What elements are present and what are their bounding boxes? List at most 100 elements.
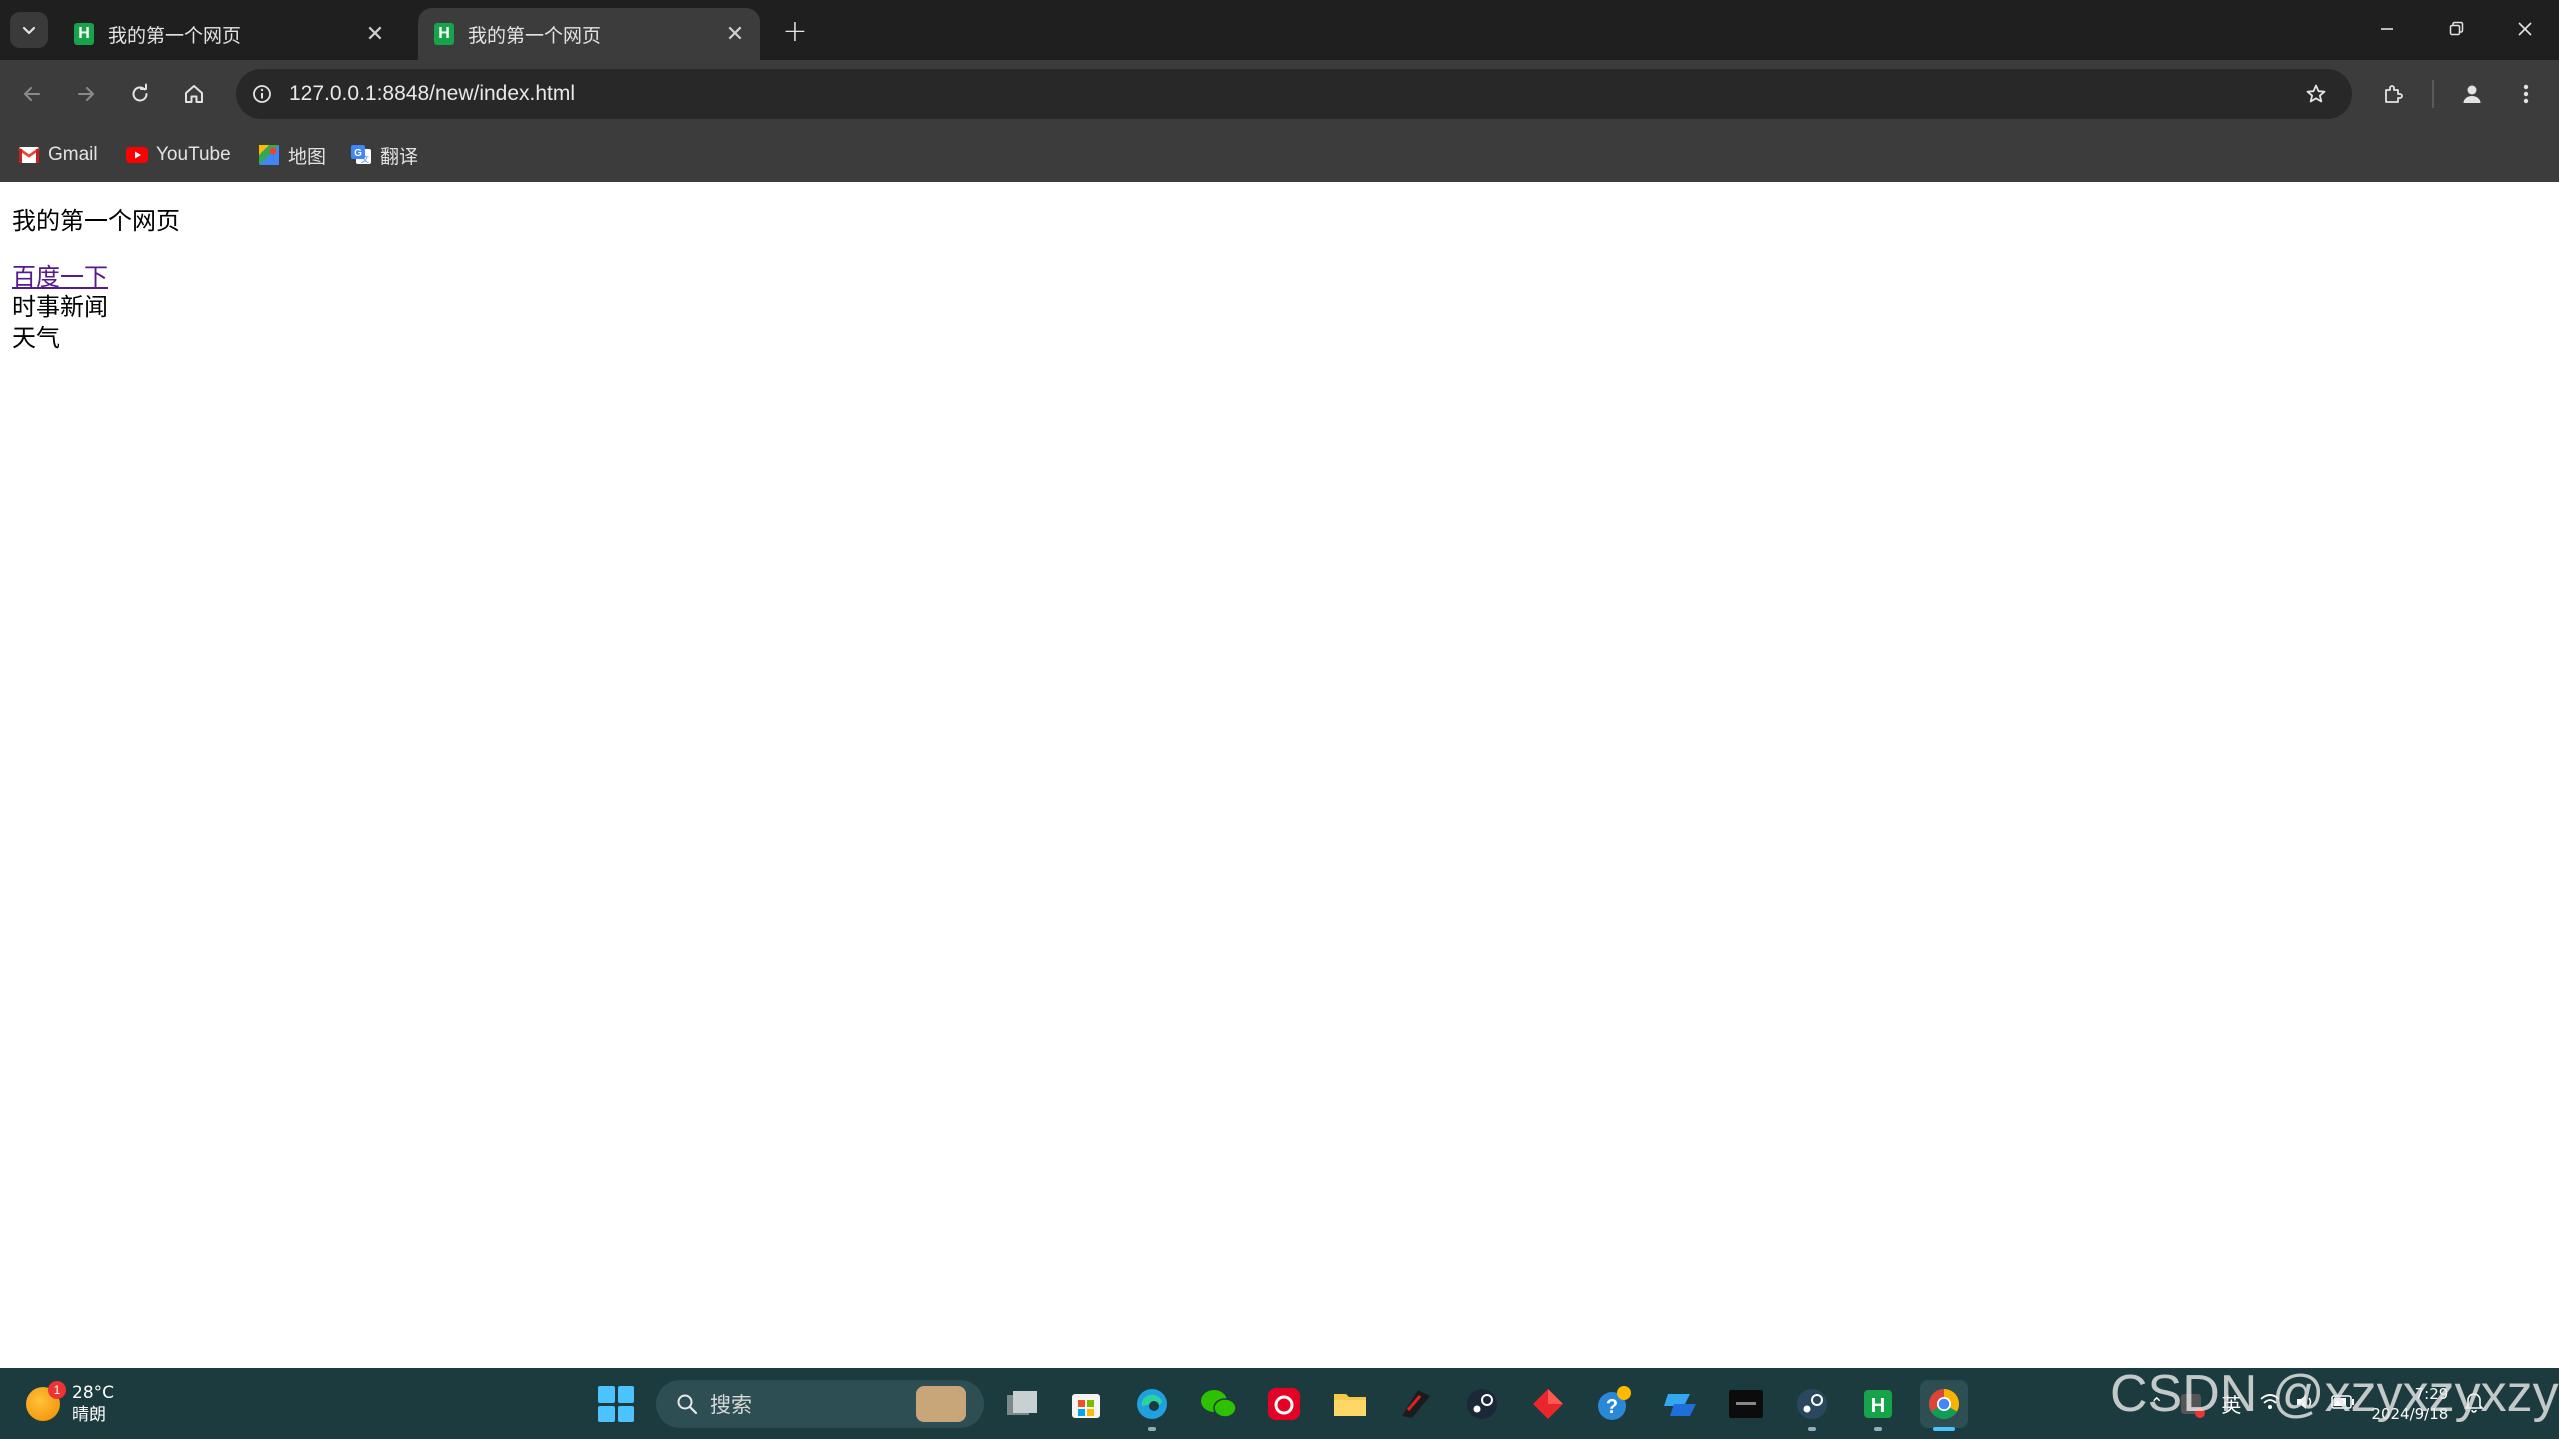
menu-button[interactable] <box>2504 72 2548 116</box>
kebab-menu-icon <box>2523 84 2529 104</box>
ms-store-app[interactable] <box>1062 1380 1110 1428</box>
task-view-icon <box>1007 1391 1037 1415</box>
terminal-icon <box>1729 1390 1763 1418</box>
steam-client-app[interactable] <box>1788 1380 1836 1431</box>
bookmark-translate[interactable]: G 文 翻译 <box>350 140 418 170</box>
wechat-app[interactable] <box>1194 1380 1242 1428</box>
weather-widget[interactable]: 1 28°C 晴朗 <box>26 1378 114 1430</box>
news-text: 时事新闻 <box>12 293 108 321</box>
tab-close-icon[interactable]: ✕ <box>720 19 750 49</box>
task-view-button[interactable] <box>998 1380 1046 1428</box>
bookmark-label: Gmail <box>48 144 98 165</box>
bookmark-youtube[interactable]: YouTube <box>126 140 231 170</box>
profile-button[interactable] <box>2450 72 2494 116</box>
bookmark-label: 地图 <box>288 146 327 168</box>
url-text: 127.0.0.1:8848/new/index.html <box>289 82 576 105</box>
blue-app[interactable] <box>1656 1380 1704 1428</box>
chevron-down-icon <box>22 26 36 35</box>
hbuilder-favicon-icon: H <box>434 23 454 45</box>
back-button[interactable] <box>10 72 54 116</box>
search-placeholder: 搜索 <box>710 1393 752 1417</box>
steam-icon <box>1467 1389 1497 1419</box>
minimize-button[interactable] <box>2352 0 2422 58</box>
home-button[interactable] <box>172 72 216 116</box>
svg-text:H: H <box>1871 1395 1885 1417</box>
hbuilder-icon: H <box>1864 1390 1892 1418</box>
reload-icon <box>132 83 148 102</box>
svg-text:文: 文 <box>361 154 369 164</box>
chrome-icon <box>1928 1389 1960 1420</box>
bookmark-maps[interactable]: 地图 <box>258 140 326 170</box>
windows-logo-icon <box>598 1386 615 1403</box>
reload-button[interactable] <box>118 72 162 116</box>
svg-text:?: ? <box>1606 1396 1618 1418</box>
address-bar[interactable]: 127.0.0.1:8848/new/index.html <box>236 69 2352 119</box>
hbuilder-favicon-icon: H <box>74 23 94 45</box>
extensions-button[interactable] <box>2372 72 2416 116</box>
web-page-viewport: 我的第一个网页 百度一下 时事新闻 天气 <box>0 182 2559 1368</box>
restore-button[interactable] <box>2421 0 2491 58</box>
tab-active[interactable]: H 我的第一个网页 ✕ <box>418 8 760 60</box>
bookmark-label: 翻译 <box>380 146 419 168</box>
site-info-icon[interactable] <box>246 78 278 110</box>
terminal-app[interactable] <box>1722 1380 1770 1428</box>
file-explorer-app[interactable] <box>1326 1380 1374 1428</box>
csdn-watermark: CSDN @xzyxzyxzy66 <box>2110 1365 2559 1423</box>
folder-icon <box>1334 1394 1366 1416</box>
close-icon <box>2518 22 2532 36</box>
sun-icon: 1 <box>26 1381 66 1421</box>
search-icon <box>674 1391 700 1417</box>
red-app[interactable] <box>1524 1380 1572 1428</box>
youtube-icon <box>126 144 148 166</box>
bookmark-label: YouTube <box>156 144 231 165</box>
notification-badge: 1 <box>48 1381 66 1399</box>
tab-title: 我的第一个网页 <box>468 24 602 47</box>
translate-icon: G 文 <box>350 144 372 166</box>
restore-icon <box>2449 21 2464 36</box>
forward-button[interactable] <box>64 72 108 116</box>
game-launcher-icon <box>1402 1390 1430 1418</box>
minimize-icon <box>2381 28 2393 30</box>
page-heading: 我的第一个网页 <box>12 207 180 235</box>
bookmark-gmail[interactable]: Gmail <box>18 140 98 170</box>
search-highlight-image <box>916 1386 966 1422</box>
maps-icon <box>258 144 280 166</box>
start-button[interactable] <box>598 1386 634 1422</box>
browser-toolbar: 127.0.0.1:8848/new/index.html <box>0 60 2559 128</box>
tab-title: 我的第一个网页 <box>108 24 242 47</box>
arrow-left-icon <box>24 87 40 101</box>
store-icon <box>1072 1394 1100 1418</box>
weather-temp: 28°C <box>72 1383 115 1403</box>
taskbar-search[interactable]: 搜索 <box>656 1380 984 1428</box>
edge-icon <box>1137 1389 1167 1419</box>
help-icon: ? <box>1598 1386 1631 1420</box>
baidu-link[interactable]: 百度一下 <box>12 262 108 293</box>
tab-search-button[interactable] <box>10 12 48 48</box>
bookmarks-bar: Gmail YouTube 地图 G 文 翻译 <box>0 128 2559 182</box>
steam-app[interactable] <box>1458 1380 1506 1428</box>
chrome-app[interactable] <box>1920 1380 1968 1431</box>
weather-condition: 晴朗 <box>72 1405 106 1425</box>
tab-strip: H 我的第一个网页 ✕ H 我的第一个网页 ✕ + <box>0 0 2559 60</box>
bookmark-star-icon[interactable] <box>2300 78 2332 110</box>
tab-inactive[interactable]: H 我的第一个网页 ✕ <box>58 8 400 60</box>
wechat-icon <box>1201 1390 1237 1418</box>
red-diamond-icon <box>1533 1389 1563 1419</box>
netease-music-app[interactable] <box>1260 1380 1308 1428</box>
hbuilder-app[interactable]: H <box>1854 1380 1902 1431</box>
game-launcher-app[interactable] <box>1392 1380 1440 1428</box>
arrow-right-icon <box>78 87 94 101</box>
steam-client-icon <box>1797 1389 1827 1419</box>
tab-close-icon[interactable]: ✕ <box>360 19 390 49</box>
home-icon <box>185 85 203 103</box>
puzzle-icon <box>2385 85 2403 103</box>
avatar-icon <box>2463 85 2481 103</box>
weather-text: 天气 <box>12 324 60 352</box>
new-tab-button[interactable]: + <box>778 14 812 49</box>
help-app[interactable]: ? <box>1590 1380 1638 1428</box>
netease-music-icon <box>1268 1388 1300 1420</box>
blue-app-icon <box>1664 1394 1696 1416</box>
gmail-icon <box>18 144 40 166</box>
close-window-button[interactable] <box>2490 0 2559 58</box>
edge-app[interactable] <box>1128 1380 1176 1431</box>
